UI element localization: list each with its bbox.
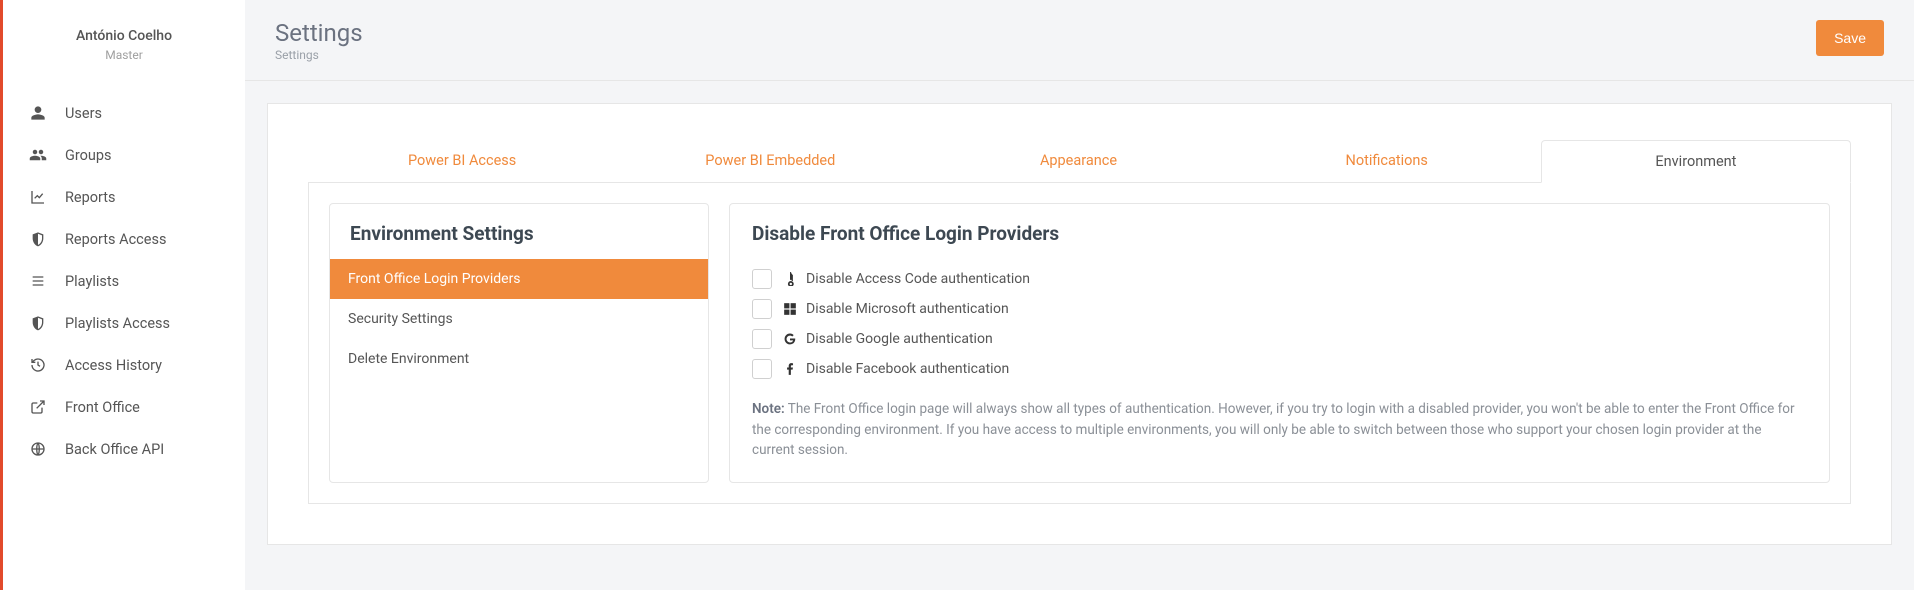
sidebar-item-reports[interactable]: Reports <box>3 176 245 218</box>
sidebar-item-label: Groups <box>65 147 112 164</box>
sidebar-item-reports-access[interactable]: Reports Access <box>3 218 245 260</box>
submenu-item-login-providers[interactable]: Front Office Login Providers <box>330 259 708 299</box>
sidebar-item-groups[interactable]: Groups <box>3 134 245 176</box>
option-label: Disable Access Code authentication <box>806 271 1030 287</box>
submenu-item-delete-env[interactable]: Delete Environment <box>330 339 708 379</box>
shield-icon <box>29 314 47 332</box>
list-icon <box>29 272 47 290</box>
sidebar-item-label: Front Office <box>65 399 140 416</box>
sidebar-item-users[interactable]: Users <box>3 92 245 134</box>
checkbox-facebook[interactable] <box>752 359 772 379</box>
breadcrumb: Settings <box>275 48 363 62</box>
option-facebook: Disable Facebook authentication <box>752 359 1807 379</box>
tab-notifications[interactable]: Notifications <box>1233 140 1541 183</box>
sidebar-item-access-history[interactable]: Access History <box>3 344 245 386</box>
header: Settings Settings Save <box>245 0 1914 81</box>
sidebar-item-back-office-api[interactable]: Back Office API <box>3 428 245 470</box>
key-icon <box>782 271 798 287</box>
submenu-item-security[interactable]: Security Settings <box>330 299 708 339</box>
tabs: Power BI Access Power BI Embedded Appear… <box>308 140 1851 183</box>
header-left: Settings Settings <box>275 20 363 62</box>
content: Power BI Access Power BI Embedded Appear… <box>245 81 1914 590</box>
detail-panel: Disable Front Office Login Providers Dis… <box>729 203 1830 483</box>
option-microsoft: Disable Microsoft authentication <box>752 299 1807 319</box>
checkbox-microsoft[interactable] <box>752 299 772 319</box>
note-label: Note: <box>752 401 785 417</box>
shield-icon <box>29 230 47 248</box>
detail-title: Disable Front Office Login Providers <box>752 222 1807 245</box>
note: Note: The Front Office login page will a… <box>752 399 1807 460</box>
main: Settings Settings Save Power BI Access P… <box>245 0 1914 590</box>
microsoft-icon <box>782 301 798 317</box>
option-access-code: Disable Access Code authentication <box>752 269 1807 289</box>
option-google: Disable Google authentication <box>752 329 1807 349</box>
sidebar: António Coelho Master Users Groups Rep <box>3 0 245 590</box>
user-role: Master <box>3 48 245 62</box>
external-link-icon <box>29 398 47 416</box>
sidebar-item-playlists-access[interactable]: Playlists Access <box>3 302 245 344</box>
chart-line-icon <box>29 188 47 206</box>
sidebar-item-label: Reports <box>65 189 116 206</box>
tab-power-bi-access[interactable]: Power BI Access <box>308 140 616 183</box>
sidebar-item-label: Users <box>65 105 102 122</box>
settings-panel: Power BI Access Power BI Embedded Appear… <box>267 103 1892 545</box>
checkbox-google[interactable] <box>752 329 772 349</box>
sidebar-user: António Coelho Master <box>3 28 245 92</box>
option-label: Disable Google authentication <box>806 331 993 347</box>
history-icon <box>29 356 47 374</box>
facebook-icon <box>782 361 798 377</box>
sidebar-item-playlists[interactable]: Playlists <box>3 260 245 302</box>
sidebar-item-front-office[interactable]: Front Office <box>3 386 245 428</box>
save-button[interactable]: Save <box>1816 20 1884 56</box>
tab-body: Environment Settings Front Office Login … <box>308 183 1851 504</box>
submenu-title: Environment Settings <box>330 204 708 259</box>
checkbox-access-code[interactable] <box>752 269 772 289</box>
google-icon <box>782 331 798 347</box>
tab-power-bi-embedded[interactable]: Power BI Embedded <box>616 140 924 183</box>
tab-appearance[interactable]: Appearance <box>924 140 1232 183</box>
environment-submenu: Environment Settings Front Office Login … <box>329 203 709 483</box>
user-icon <box>29 104 47 122</box>
option-label: Disable Microsoft authentication <box>806 301 1009 317</box>
user-name: António Coelho <box>3 28 245 44</box>
page-title: Settings <box>275 20 363 46</box>
sidebar-item-label: Access History <box>65 357 162 374</box>
globe-icon <box>29 440 47 458</box>
sidebar-item-label: Playlists <box>65 273 119 290</box>
sidebar-item-label: Back Office API <box>65 441 164 458</box>
users-icon <box>29 146 47 164</box>
sidebar-item-label: Playlists Access <box>65 315 170 332</box>
sidebar-item-label: Reports Access <box>65 231 166 248</box>
option-label: Disable Facebook authentication <box>806 361 1009 377</box>
tab-environment[interactable]: Environment <box>1541 140 1851 183</box>
note-text: The Front Office login page will always … <box>752 401 1795 458</box>
sidebar-nav: Users Groups Reports Reports Access <box>3 92 245 470</box>
